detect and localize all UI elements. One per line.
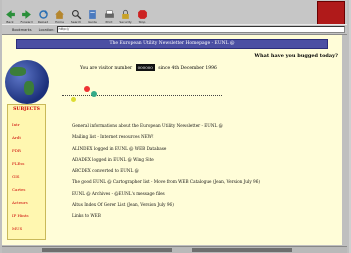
guide-icon	[89, 10, 96, 19]
stop-button[interactable]: Stop	[134, 1, 150, 24]
reload-icon	[38, 10, 48, 19]
link-list: General informations about the European …	[72, 120, 332, 222]
globe-continent	[10, 67, 26, 76]
sidebar-item[interactable]: Cartes	[12, 187, 25, 192]
sidebar-item[interactable]: Ardt	[12, 135, 21, 140]
subjects-sidebar: SUBJECTS Intr Ardt PDR FLEss GIS Cartes …	[7, 104, 46, 240]
search-button[interactable]: Search	[68, 1, 84, 24]
list-item[interactable]: Links to WEB	[72, 210, 332, 221]
bookmarks-button[interactable]: Bookmarks	[12, 28, 32, 32]
browser-logo	[317, 1, 345, 25]
visitor-prefix: You are visitor number	[80, 66, 133, 71]
guide-button[interactable]: Guide	[85, 1, 101, 24]
list-item[interactable]: Altus Index Of Gerer List (Jean, Version…	[72, 199, 332, 210]
list-item[interactable]: Mailing list - Internet resources NEW!	[72, 131, 332, 142]
page-banner[interactable]: The European Utility Newsletter Homepage…	[16, 39, 328, 49]
sidebar-item[interactable]: MUS	[12, 226, 22, 231]
sidebar-item[interactable]: GIS	[12, 174, 20, 179]
browser-window: Back Forward Reload Home Search Guide Pr…	[0, 0, 351, 253]
list-item[interactable]: ALINDEX logged in EUNL @ WEB Database	[72, 143, 332, 154]
list-item[interactable]: ADADEX logged in EUNL @ Wing Site	[72, 154, 332, 165]
home-button[interactable]: Home	[52, 1, 68, 24]
list-item[interactable]: General informations about the European …	[72, 120, 332, 131]
print-button[interactable]: Print	[101, 1, 117, 24]
sidebar-item[interactable]: Acteurs	[12, 200, 28, 205]
web-page: The European Utility Newsletter Homepage…	[2, 35, 342, 245]
search-icon	[71, 9, 81, 20]
forward-button[interactable]: Forward	[19, 1, 35, 24]
forward-arrow-icon	[22, 10, 31, 19]
back-button[interactable]: Back	[2, 1, 18, 24]
security-icon	[122, 9, 129, 19]
sidebar-item[interactable]: Intr	[12, 122, 20, 127]
location-bar: Bookmarks Location: http://	[2, 24, 347, 35]
status-bar	[2, 246, 347, 253]
status-text-area	[42, 248, 172, 252]
sidebar-item[interactable]: PDR	[12, 148, 21, 153]
status-progress	[192, 248, 292, 252]
list-item[interactable]: ABCDEX converted to EUNL @	[72, 165, 332, 176]
security-button[interactable]: Security	[118, 1, 134, 24]
page-tagline: What have you bugged today?	[254, 53, 338, 59]
back-arrow-icon	[5, 10, 15, 19]
home-icon	[55, 10, 64, 19]
visitor-suffix: since 4th December 1996	[158, 66, 217, 71]
decorative-ball	[71, 97, 76, 102]
decorative-ball	[91, 91, 97, 97]
reload-button[interactable]: Reload	[35, 1, 51, 24]
visitor-counter: 000000	[135, 64, 155, 71]
list-item[interactable]: EUNL @ Archives - @EUNL's message files	[72, 188, 332, 199]
dotted-divider	[62, 95, 222, 96]
decorative-ball	[84, 86, 90, 92]
sidebar-item[interactable]: FLEss	[12, 161, 24, 166]
location-label: Location:	[38, 27, 55, 32]
print-icon	[104, 10, 114, 18]
sidebar-title: SUBJECTS	[13, 107, 40, 112]
visitor-line: You are visitor number 000000 since 4th …	[80, 64, 217, 71]
sidebar-item[interactable]: IP Hints	[12, 213, 29, 218]
toolbar: Back Forward Reload Home Search Guide Pr…	[2, 0, 347, 25]
stop-icon	[137, 10, 147, 19]
url-input[interactable]: http://	[56, 26, 345, 33]
list-item[interactable]: The good EUNL @ Cartographer list - Move…	[72, 176, 332, 187]
globe-continent	[24, 81, 34, 95]
